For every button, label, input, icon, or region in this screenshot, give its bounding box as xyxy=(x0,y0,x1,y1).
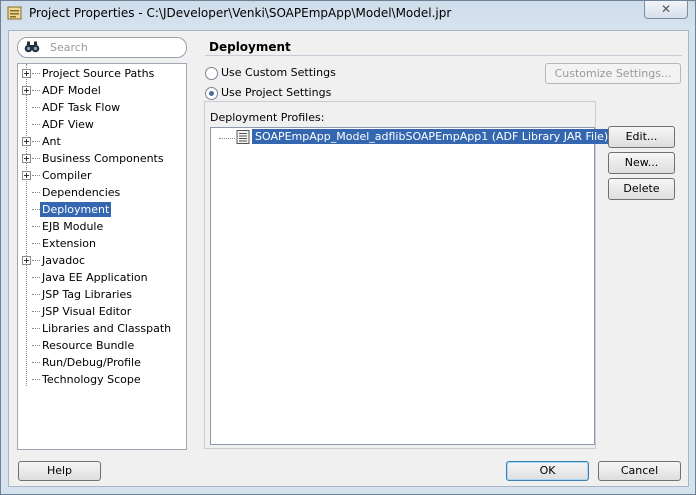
deployment-profiles-list[interactable]: SOAPEmpApp_Model_adflibSOAPEmpApp1 (ADF … xyxy=(210,127,612,445)
tree-connector-line xyxy=(32,73,40,74)
use-custom-settings-radio[interactable]: Use Custom Settings xyxy=(205,66,336,82)
use-custom-settings-label: Use Custom Settings xyxy=(221,66,336,79)
tree-connector-line xyxy=(32,345,40,346)
tree-connector-line xyxy=(32,107,40,108)
tree-connector-line xyxy=(32,328,40,329)
tree-connector-line xyxy=(32,226,40,227)
window-title: Project Properties - C:\JDeveloper\Venki… xyxy=(29,6,452,20)
tree-item-label: Java EE Application xyxy=(42,271,148,284)
tree-item-label: Run/Debug/Profile xyxy=(42,356,141,369)
tree-item-project-source-paths[interactable]: Project Source Paths xyxy=(18,65,186,82)
tree-connector-line xyxy=(32,90,40,91)
radio-indicator xyxy=(205,67,218,80)
tree-item-java-ee-application[interactable]: Java EE Application xyxy=(18,269,186,286)
tree-connector-line xyxy=(32,277,40,278)
search-input[interactable] xyxy=(50,40,178,54)
tree-item-ejb-module[interactable]: EJB Module xyxy=(18,218,186,235)
tree-connector-line xyxy=(32,209,40,210)
tree-item-label: ADF View xyxy=(42,118,94,131)
close-button[interactable]: ✕ xyxy=(644,1,688,19)
tree-connector-line xyxy=(32,141,40,142)
tree-connector-line xyxy=(32,294,40,295)
tree-item-label: ADF Task Flow xyxy=(42,101,121,114)
tree-item-adf-model[interactable]: ADF Model xyxy=(18,82,186,99)
search-box[interactable] xyxy=(17,37,187,58)
section-title: Deployment xyxy=(209,40,291,54)
tree-item-resource-bundle[interactable]: Resource Bundle xyxy=(18,337,186,354)
title-bar[interactable]: Project Properties - C:\JDeveloper\Venki… xyxy=(1,1,695,27)
expand-icon[interactable] xyxy=(22,171,31,180)
expand-icon[interactable] xyxy=(22,256,31,265)
ok-button[interactable]: OK xyxy=(506,461,589,481)
radio-indicator-selected xyxy=(205,87,218,100)
tree-connector-line xyxy=(32,379,40,380)
dialog-client-area: Project Source Paths ADF Model ADF Task Fl… xyxy=(8,30,689,487)
expand-icon[interactable] xyxy=(22,137,31,146)
binoculars-icon xyxy=(24,41,40,53)
tree-connector-line xyxy=(32,124,40,125)
tree-item-extension[interactable]: Extension xyxy=(18,235,186,252)
use-project-settings-label: Use Project Settings xyxy=(221,86,332,99)
tree-item-business-components[interactable]: Business Components xyxy=(18,150,186,167)
tree-item-ant[interactable]: Ant xyxy=(18,133,186,150)
close-icon: ✕ xyxy=(660,2,672,16)
tree-item-jsp-tag-libraries[interactable]: JSP Tag Libraries xyxy=(18,286,186,303)
tree-item-run-debug-profile[interactable]: Run/Debug/Profile xyxy=(18,354,186,371)
tree-item-label: ADF Model xyxy=(42,84,101,97)
tree-item-label: Business Components xyxy=(42,152,164,165)
tree-item-label: Ant xyxy=(42,135,61,148)
tree-item-label: Dependencies xyxy=(42,186,121,199)
new-button[interactable]: New... xyxy=(608,152,675,174)
category-tree[interactable]: Project Source Paths ADF Model ADF Task Fl… xyxy=(17,63,187,450)
tree-item-label: JSP Visual Editor xyxy=(42,305,132,318)
tree-connector-line xyxy=(219,138,235,139)
tree-item-libraries-and-classpath[interactable]: Libraries and Classpath xyxy=(18,320,186,337)
tree-connector-line xyxy=(32,158,40,159)
tree-item-label: Deployment xyxy=(40,202,112,217)
use-project-settings-radio[interactable]: Use Project Settings xyxy=(205,86,335,102)
cancel-button[interactable]: Cancel xyxy=(598,461,681,481)
tree-item-dependencies[interactable]: Dependencies xyxy=(18,184,186,201)
tree-connector-line xyxy=(32,362,40,363)
deployment-profiles-label: Deployment Profiles: xyxy=(210,111,325,124)
tree-item-technology-scope[interactable]: Technology Scope xyxy=(18,371,186,388)
tree-connector-line xyxy=(32,175,40,176)
expand-icon[interactable] xyxy=(22,154,31,163)
tree-connector-line xyxy=(32,243,40,244)
expand-icon[interactable] xyxy=(22,86,31,95)
tree-item-label: Extension xyxy=(42,237,97,250)
deployment-profile-item[interactable]: SOAPEmpApp_Model_adflibSOAPEmpApp1 (ADF … xyxy=(252,129,612,144)
tree-item-label: Compiler xyxy=(42,169,92,182)
tree-item-label: Project Source Paths xyxy=(42,67,155,80)
tree-item-compiler[interactable]: Compiler xyxy=(18,167,186,184)
tree-item-label: Technology Scope xyxy=(42,373,141,386)
tree-connector-line xyxy=(32,260,40,261)
customize-settings-button[interactable]: Customize Settings... xyxy=(545,63,681,84)
project-properties-window: Project Properties - C:\JDeveloper\Venki… xyxy=(0,0,696,495)
tree-connector-line xyxy=(32,192,40,193)
tree-item-jsp-visual-editor[interactable]: JSP Visual Editor xyxy=(18,303,186,320)
jar-file-icon xyxy=(236,130,250,144)
tree-item-label: Resource Bundle xyxy=(42,339,135,352)
tree-connector-line xyxy=(32,311,40,312)
section-divider xyxy=(205,55,682,56)
tree-item-label: EJB Module xyxy=(42,220,104,233)
delete-button[interactable]: Delete xyxy=(608,178,675,200)
tree-item-label: Libraries and Classpath xyxy=(42,322,172,335)
tree-item-javadoc[interactable]: Javadoc xyxy=(18,252,186,269)
project-icon xyxy=(7,6,22,20)
tree-item-label: Javadoc xyxy=(42,254,85,267)
tree-item-adf-task-flow[interactable]: ADF Task Flow xyxy=(18,99,186,116)
tree-item-deployment[interactable]: Deployment xyxy=(18,201,186,218)
tree-item-adf-view[interactable]: ADF View xyxy=(18,116,186,133)
edit-button[interactable]: Edit... xyxy=(608,126,675,148)
help-button[interactable]: Help xyxy=(18,461,101,481)
tree-item-label: JSP Tag Libraries xyxy=(42,288,132,301)
expand-icon[interactable] xyxy=(22,69,31,78)
